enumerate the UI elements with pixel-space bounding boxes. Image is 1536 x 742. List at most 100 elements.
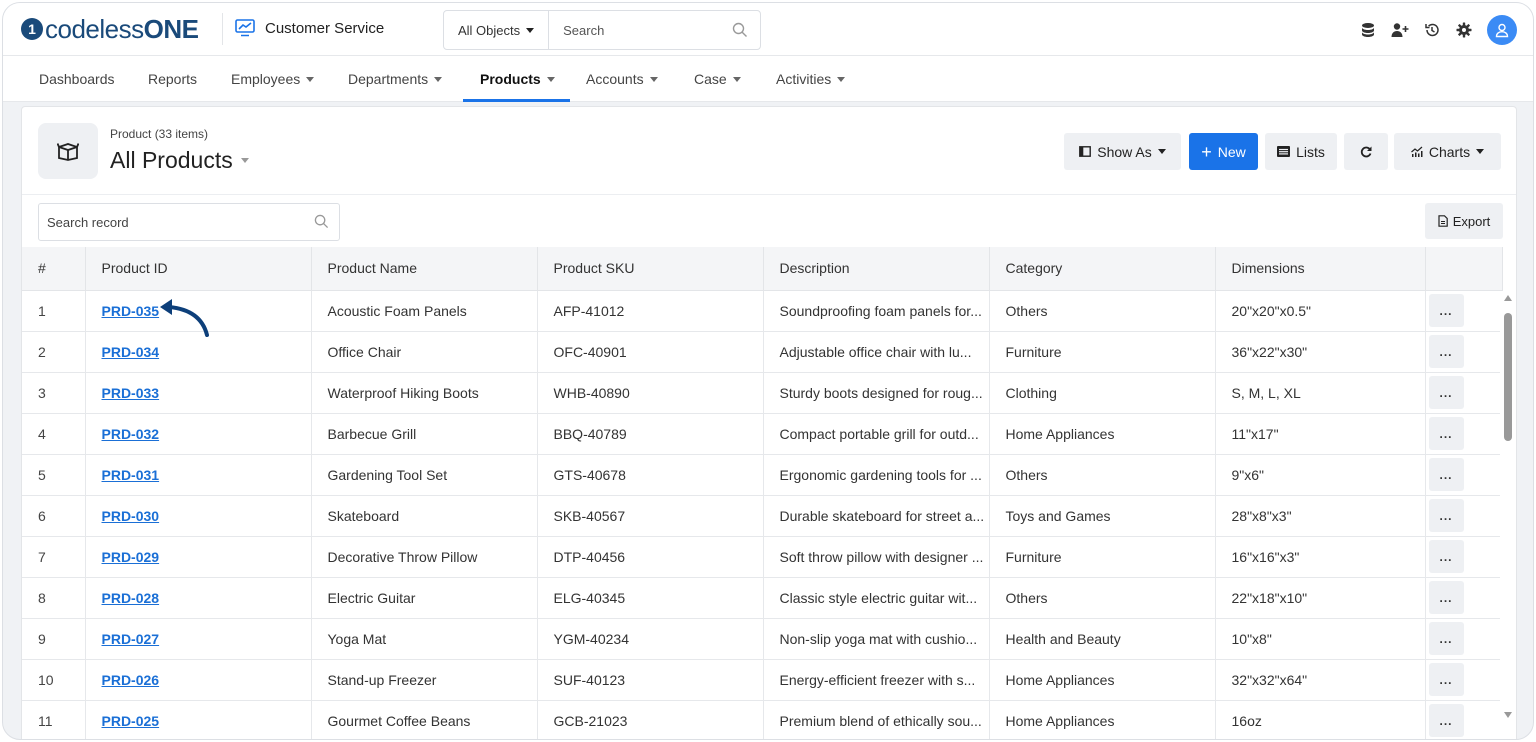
product-sku-cell: GTS-40678 (537, 454, 764, 496)
product-id-link[interactable]: PRD-029 (102, 549, 160, 565)
list-view-selector[interactable]: All Products (110, 147, 249, 174)
nav-accounts[interactable]: Accounts (586, 56, 658, 102)
column-header[interactable]: Product ID (85, 247, 312, 291)
dimensions-cell: 28"x8"x3" (1215, 495, 1426, 537)
chevron-down-icon (837, 76, 846, 82)
table-row[interactable]: 11 PRD-025 Gourmet Coffee Beans GCB-21023 Pr… (22, 700, 1503, 739)
category-cell: Home Appliances (989, 659, 1216, 701)
column-header[interactable]: Dimensions (1215, 247, 1426, 291)
description-cell: Durable skateboard for street a... (763, 495, 990, 537)
product-name-cell: Acoustic Foam Panels (311, 290, 538, 332)
product-id-link[interactable]: PRD-025 (102, 713, 160, 729)
history-icon[interactable] (1423, 21, 1441, 39)
charts-button[interactable]: Charts (1394, 133, 1501, 170)
main-nav: Dashboards Reports Employees Departments… (3, 56, 1533, 102)
product-id-link[interactable]: PRD-031 (102, 467, 160, 483)
global-search-input[interactable]: Search (549, 23, 732, 38)
product-id-link[interactable]: PRD-034 (102, 344, 160, 360)
table-row[interactable]: 5 PRD-031 Gardening Tool Set GTS-40678 Ergon… (22, 454, 1503, 496)
table-row[interactable]: 1 PRD-035 Acoustic Foam Panels AFP-41012 Sou… (22, 290, 1503, 332)
row-more-actions-button[interactable]: ... (1428, 540, 1464, 573)
column-header[interactable]: Description (763, 247, 990, 291)
column-header[interactable]: Product Name (311, 247, 538, 291)
nav-reports[interactable]: Reports (148, 56, 197, 102)
row-more-actions-button[interactable]: ... (1428, 417, 1464, 450)
scroll-up-arrow-icon[interactable] (1504, 295, 1512, 301)
database-icon[interactable] (1359, 21, 1377, 39)
row-more-actions-button[interactable]: ... (1428, 581, 1464, 614)
product-id-link[interactable]: PRD-028 (102, 590, 160, 606)
description-cell: Adjustable office chair with lu... (763, 331, 990, 373)
scroll-down-arrow-icon[interactable] (1504, 712, 1512, 718)
row-more-actions-button[interactable]: ... (1428, 335, 1464, 368)
row-more-actions-button[interactable]: ... (1428, 294, 1464, 327)
product-id-link[interactable]: PRD-033 (102, 385, 160, 401)
chevron-down-icon (649, 76, 658, 82)
row-more-actions-button[interactable]: ... (1428, 458, 1464, 491)
brand-logo[interactable]: 1 codelessONE (21, 14, 199, 44)
user-avatar-icon[interactable] (1487, 15, 1517, 45)
table-scrollbar[interactable] (1500, 291, 1516, 739)
dimensions-cell: 22"x18"x10" (1215, 577, 1426, 619)
record-count: Product (33 items) (110, 127, 209, 141)
row-actions-cell: ... (1425, 495, 1503, 537)
table-row[interactable]: 10 PRD-026 Stand-up Freezer SUF-40123 Energy… (22, 659, 1503, 701)
row-more-actions-button[interactable]: ... (1428, 622, 1464, 655)
row-actions-cell: ... (1425, 372, 1503, 414)
column-header[interactable]: # (22, 247, 86, 291)
product-id-link[interactable]: PRD-027 (102, 631, 160, 647)
product-sku-cell: WHB-40890 (537, 372, 764, 414)
chevron-down-icon (1476, 149, 1485, 154)
table-row[interactable]: 8 PRD-028 Electric Guitar ELG-40345 Classic … (22, 577, 1503, 619)
object-scope-select[interactable]: All Objects (444, 11, 550, 49)
nav-employees[interactable]: Employees (231, 56, 315, 102)
row-more-actions-button[interactable]: ... (1428, 499, 1464, 532)
category-cell: Others (989, 454, 1216, 496)
product-id-link[interactable]: PRD-026 (102, 672, 160, 688)
top-header: 1 codelessONE Customer Service All Objec… (3, 3, 1533, 56)
export-button[interactable]: Export (1425, 203, 1503, 239)
product-id-link[interactable]: PRD-035 (102, 303, 160, 319)
nav-activities[interactable]: Activities (776, 56, 846, 102)
show-as-button[interactable]: Show As (1064, 133, 1181, 170)
product-sku-cell: SUF-40123 (537, 659, 764, 701)
row-actions-cell: ... (1425, 331, 1503, 373)
row-actions-cell: ... (1425, 413, 1503, 455)
table-row[interactable]: 4 PRD-032 Barbecue Grill BBQ-40789 Compact p… (22, 413, 1503, 455)
table-row[interactable]: 7 PRD-029 Decorative Throw Pillow DTP-40456… (22, 536, 1503, 578)
record-search-input[interactable]: Search record (38, 203, 340, 241)
nav-departments[interactable]: Departments (348, 56, 443, 102)
new-record-button[interactable]: + New (1189, 133, 1258, 170)
app-switcher[interactable]: Customer Service (235, 19, 384, 37)
search-icon[interactable] (732, 22, 748, 38)
table-row[interactable]: 3 PRD-033 Waterproof Hiking Boots WHB-40890… (22, 372, 1503, 414)
row-more-actions-button[interactable]: ... (1428, 376, 1464, 409)
nav-dashboards[interactable]: Dashboards (39, 56, 115, 102)
dimensions-cell: 16"x16"x3" (1215, 536, 1426, 578)
table-row[interactable]: 9 PRD-027 Yoga Mat YGM-40234 Non-slip yoga m… (22, 618, 1503, 660)
column-header[interactable]: Category (989, 247, 1216, 291)
column-header[interactable]: Product SKU (537, 247, 764, 291)
table-row[interactable]: 2 PRD-034 Office Chair OFC-40901 Adjustable … (22, 331, 1503, 373)
product-sku-cell: SKB-40567 (537, 495, 764, 537)
refresh-button[interactable] (1344, 133, 1388, 170)
description-cell: Soft throw pillow with designer ... (763, 536, 990, 578)
lists-button[interactable]: Lists (1265, 133, 1337, 170)
product-sku-cell: BBQ-40789 (537, 413, 764, 455)
table-row[interactable]: 6 PRD-030 Skateboard SKB-40567 Durable skate… (22, 495, 1503, 537)
description-cell: Ergonomic gardening tools for ... (763, 454, 990, 496)
nav-case[interactable]: Case (694, 56, 741, 102)
dimensions-cell: 16oz (1215, 700, 1426, 739)
row-actions-cell: ... (1425, 454, 1503, 496)
list-icon (1277, 146, 1291, 157)
row-more-actions-button[interactable]: ... (1428, 704, 1464, 737)
row-more-actions-button[interactable]: ... (1428, 663, 1464, 696)
nav-products[interactable]: Products (480, 56, 555, 102)
product-id-link[interactable]: PRD-030 (102, 508, 160, 524)
global-search: All Objects Search (443, 10, 761, 50)
row-number: 3 (22, 372, 86, 414)
add-user-icon[interactable] (1391, 21, 1409, 39)
product-id-link[interactable]: PRD-032 (102, 426, 160, 442)
scroll-thumb[interactable] (1504, 313, 1512, 441)
settings-gear-icon[interactable] (1455, 21, 1473, 39)
